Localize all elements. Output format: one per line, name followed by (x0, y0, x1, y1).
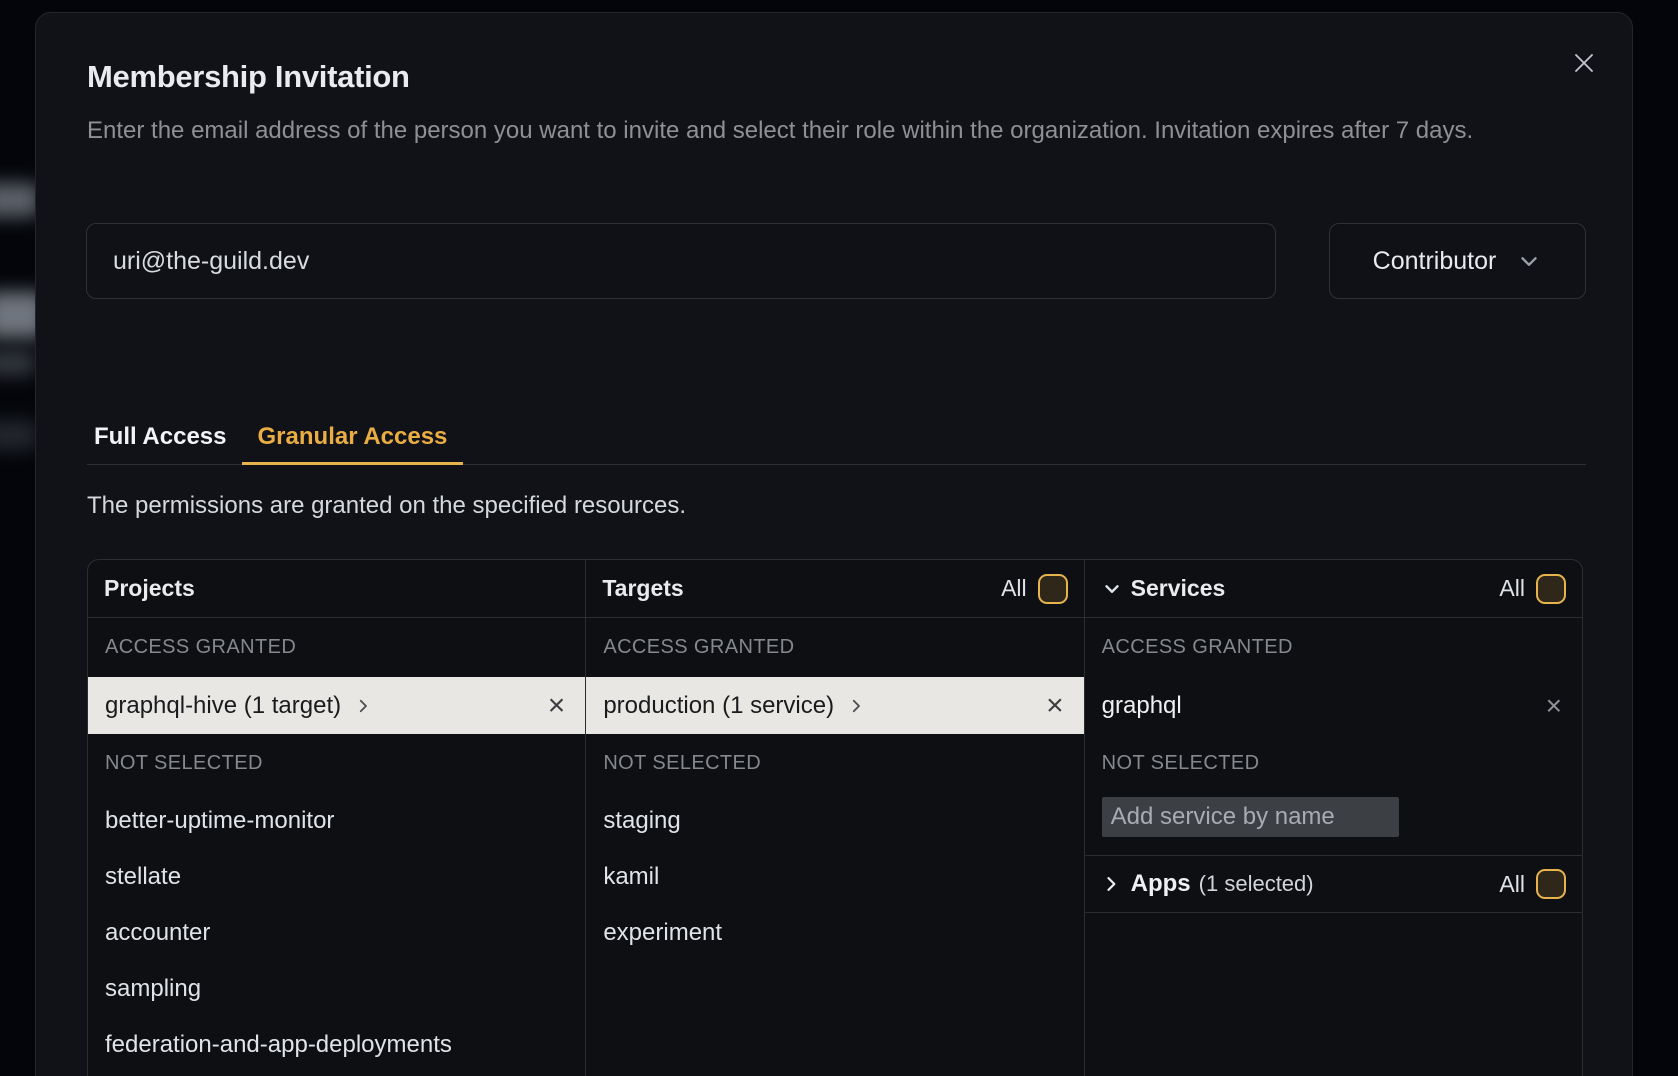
project-list-item[interactable]: accounter (88, 905, 585, 961)
apps-section-title: Apps (1131, 870, 1191, 898)
permissions-note: The permissions are granted on the speci… (87, 491, 686, 521)
background-blur-shape (0, 350, 36, 376)
project-list-item[interactable]: stellate (88, 849, 585, 905)
membership-invitation-dialog: Membership Invitation Enter the email ad… (35, 12, 1633, 1076)
targets-all-group: All (1001, 574, 1068, 604)
email-input[interactable] (86, 223, 1276, 299)
background-blur-shape (0, 183, 40, 217)
remove-target-button[interactable]: × (1046, 691, 1064, 721)
remove-service-button[interactable]: × (1546, 691, 1562, 721)
apps-selected-count: (1 selected) (1199, 871, 1314, 897)
access-tabs: Full Access Granular Access (87, 423, 1586, 465)
services-all-group: All (1499, 574, 1566, 604)
role-select[interactable]: Contributor (1329, 223, 1586, 299)
granted-target-label: production (1 service) (603, 692, 834, 720)
target-list-item[interactable]: kamil (586, 849, 1083, 905)
services-column: Services All ACCESS GRANTED graphql × NO… (1084, 560, 1582, 1076)
background-blur-shape (0, 420, 38, 450)
granted-service-row[interactable]: graphql × (1085, 677, 1582, 734)
projects-not-selected-label: NOT SELECTED (88, 734, 585, 793)
apps-all-group: All (1499, 869, 1566, 899)
targets-all-checkbox[interactable] (1038, 574, 1068, 604)
targets-not-selected-label: NOT SELECTED (586, 734, 1083, 793)
projects-column-title: Projects (104, 575, 195, 602)
project-list-item[interactable]: better-uptime-monitor (88, 793, 585, 849)
apps-section-row[interactable]: Apps (1 selected) All (1085, 855, 1582, 913)
projects-column-header: Projects (88, 560, 585, 618)
chevron-right-icon (354, 697, 372, 715)
services-column-title: Services (1131, 575, 1226, 602)
tab-granular-access[interactable]: Granular Access (242, 423, 464, 465)
dialog-description: Enter the email address of the person yo… (87, 111, 1587, 151)
apps-all-checkbox[interactable] (1536, 869, 1566, 899)
targets-access-granted-label: ACCESS GRANTED (586, 618, 1083, 677)
projects-access-granted-label: ACCESS GRANTED (88, 618, 585, 677)
project-list-item[interactable]: federation-and-app-deployments (88, 1017, 585, 1073)
chevron-right-icon (1101, 874, 1121, 894)
granted-target-row[interactable]: production (1 service) × (586, 677, 1083, 734)
chevron-down-icon (1516, 248, 1542, 274)
services-column-header: Services All (1085, 560, 1582, 618)
services-not-selected-label: NOT SELECTED (1085, 734, 1582, 793)
granted-project-row[interactable]: graphql-hive (1 target) × (88, 677, 585, 734)
targets-all-label: All (1001, 575, 1027, 602)
screen: Membership Invitation Enter the email ad… (0, 0, 1678, 1076)
resource-picker: Projects ACCESS GRANTED graphql-hive (1 … (87, 559, 1583, 1076)
projects-column: Projects ACCESS GRANTED graphql-hive (1 … (88, 560, 585, 1076)
close-icon (1572, 51, 1596, 75)
services-access-granted-label: ACCESS GRANTED (1085, 618, 1582, 677)
target-list-item[interactable]: experiment (586, 905, 1083, 961)
dialog-title: Membership Invitation (87, 57, 410, 97)
targets-column-title: Targets (602, 575, 683, 602)
target-list-item[interactable]: staging (586, 793, 1083, 849)
granted-service-label: graphql (1102, 692, 1182, 720)
chevron-down-icon[interactable] (1101, 578, 1123, 600)
services-all-checkbox[interactable] (1536, 574, 1566, 604)
close-button[interactable] (1560, 39, 1608, 87)
remove-project-button[interactable]: × (548, 691, 566, 721)
targets-column-header: Targets All (586, 560, 1083, 618)
apps-all-label: All (1499, 871, 1525, 898)
project-list-item[interactable]: sampling (88, 961, 585, 1017)
role-select-value: Contributor (1373, 247, 1497, 276)
chevron-right-icon (847, 697, 865, 715)
granted-project-label: graphql-hive (1 target) (105, 692, 341, 720)
services-all-label: All (1499, 575, 1525, 602)
add-service-input[interactable] (1102, 797, 1399, 837)
tab-full-access[interactable]: Full Access (94, 423, 227, 464)
targets-column: Targets All ACCESS GRANTED production (1… (585, 560, 1083, 1076)
